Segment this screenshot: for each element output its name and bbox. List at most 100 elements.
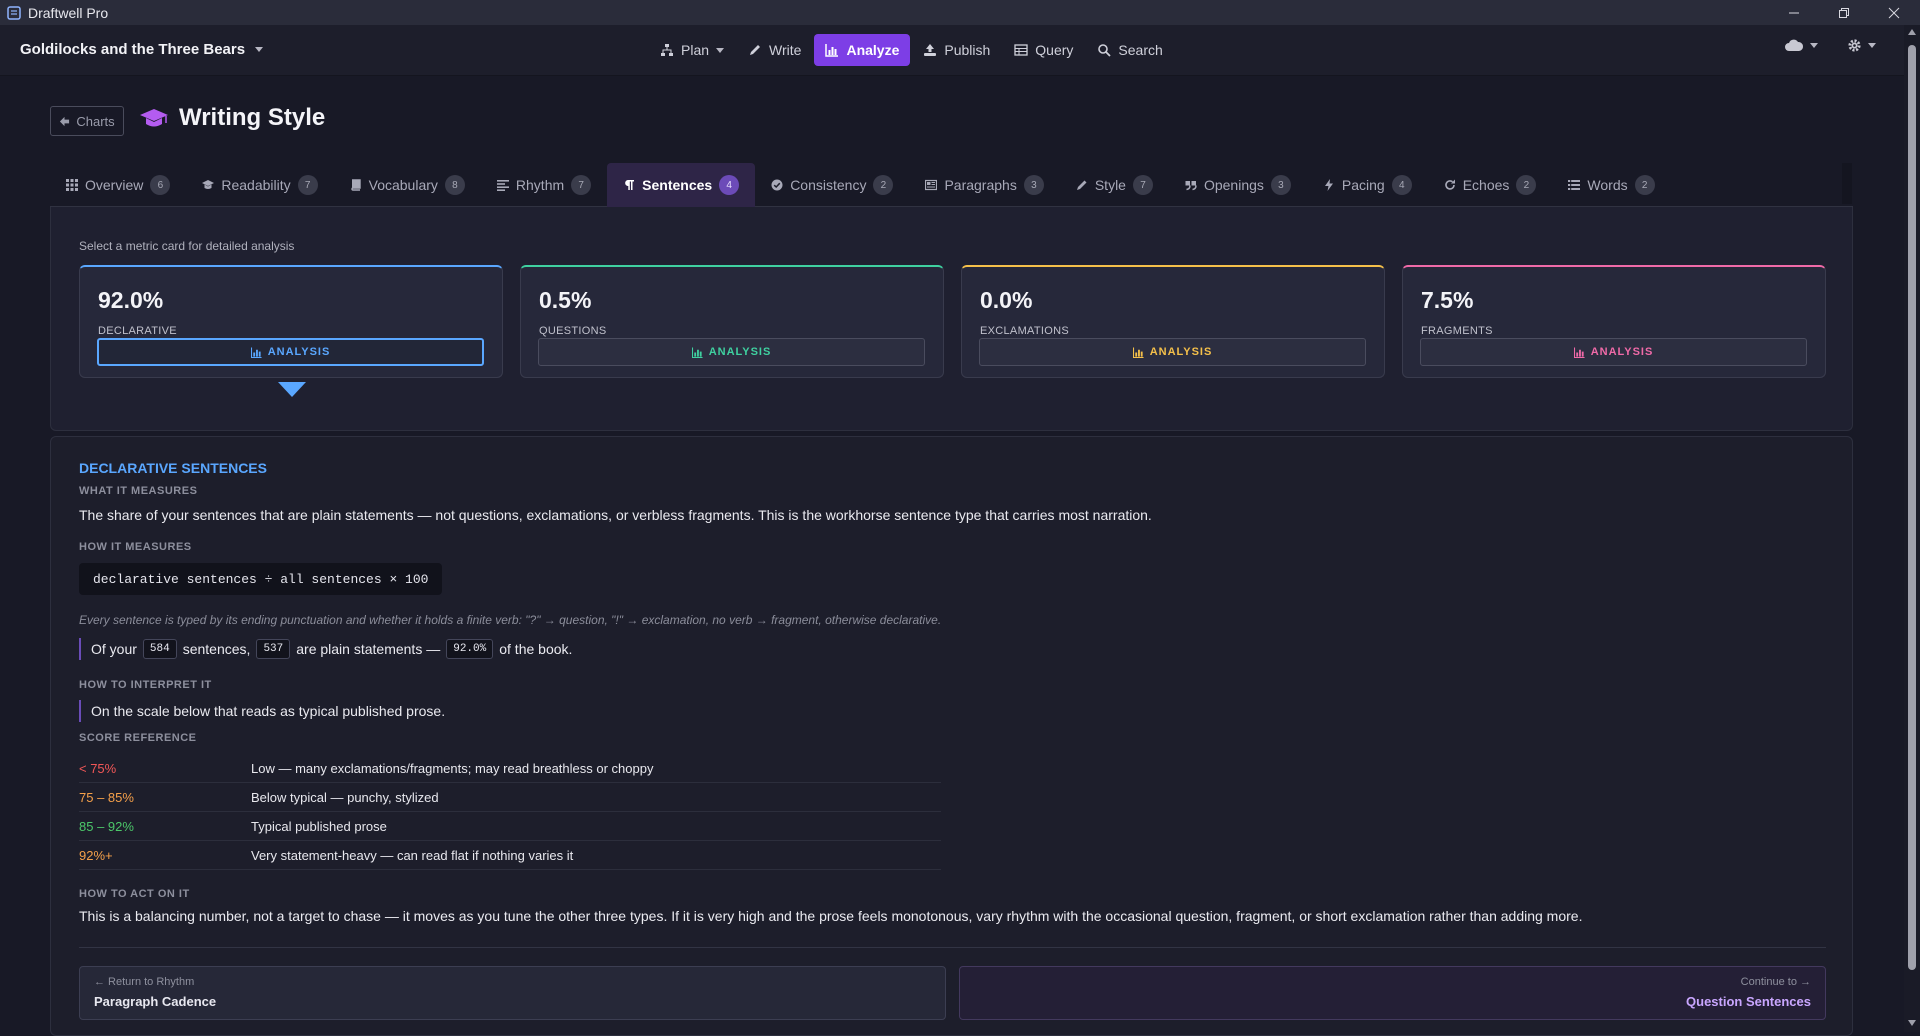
nav-analyze[interactable]: Analyze (814, 34, 911, 66)
newspaper-icon (925, 179, 938, 191)
tab-count-badge: 7 (571, 175, 592, 195)
restore-icon (1839, 7, 1849, 18)
window-titlebar: Draftwell Pro (0, 0, 1920, 25)
analysis-button[interactable]: ANALYSIS (97, 338, 484, 366)
interpret-text: On the scale below that reads as typical… (79, 700, 445, 722)
tab-count-badge: 8 (444, 175, 465, 195)
app-header: Goldilocks and the Three Bears Plan Writ… (0, 25, 1904, 76)
nav-search[interactable]: Search (1086, 34, 1173, 66)
tab-style[interactable]: Style 7 (1060, 163, 1169, 207)
tab-paragraphs[interactable]: Paragraphs 3 (909, 163, 1059, 207)
cards-hint: Select a metric card for detailed analys… (79, 239, 295, 253)
project-title: Goldilocks and the Three Bears (20, 41, 246, 58)
page-heading: Writing Style (179, 104, 326, 131)
tab-label: Consistency (790, 177, 867, 193)
nav-write[interactable]: Write (737, 34, 812, 66)
chevron-down-icon (716, 47, 725, 53)
section-heading-how: HOW IT MEASURES (79, 541, 192, 553)
metric-label: DECLARATIVE (98, 325, 177, 337)
score-row: 75 – 85% Below typical — punchy, stylize… (79, 783, 941, 812)
tab-overview[interactable]: Overview 6 (50, 163, 186, 207)
score-row: 85 – 92% Typical published prose (79, 812, 941, 841)
metric-label: FRAGMENTS (1421, 325, 1493, 337)
app-logo-icon (7, 5, 21, 20)
back-to-charts-button[interactable]: Charts (50, 106, 124, 136)
stat-mid2: are plain statements — (296, 641, 441, 657)
tab-words[interactable]: Words 2 (1552, 163, 1670, 207)
close-button[interactable] (1871, 0, 1917, 25)
tab-readability[interactable]: Readability 7 (186, 163, 333, 207)
scrollbar-thumb[interactable] (1908, 45, 1916, 970)
stat-suffix: of the book. (499, 641, 573, 657)
metric-value: 0.0% (980, 287, 1033, 313)
previous-metric-link[interactable]: ← Return to Rhythm Paragraph Cadence (79, 966, 946, 1020)
bar-chart-icon (1132, 346, 1144, 358)
settings-menu[interactable] (1847, 38, 1876, 53)
analysis-button[interactable]: ANALYSIS (979, 338, 1366, 366)
tab-label: Style (1094, 177, 1126, 193)
tab-label: Paragraphs (944, 177, 1017, 193)
metric-card-declarative[interactable]: 92.0% DECLARATIVE ANALYSIS (79, 265, 503, 378)
chevron-down-icon (255, 47, 264, 52)
metric-card-exclamations[interactable]: 0.0% EXCLAMATIONS ANALYSIS (961, 265, 1385, 378)
metric-card-fragments[interactable]: 7.5% FRAGMENTS ANALYSIS (1402, 265, 1826, 378)
tab-openings[interactable]: Openings 3 (1169, 163, 1307, 207)
tab-echoes[interactable]: Echoes 2 (1428, 163, 1553, 207)
tab-pacing[interactable]: Pacing 4 (1307, 163, 1428, 207)
tab-count-badge: 3 (1023, 175, 1044, 195)
tab-label: Openings (1203, 177, 1264, 193)
graduation-cap-icon (140, 109, 168, 127)
section-heading-what: WHAT IT MEASURES (79, 485, 198, 497)
chevron-down-icon (1810, 42, 1818, 48)
classification-note: Every sentence is typed by its ending pu… (79, 613, 942, 627)
metric-label: EXCLAMATIONS (980, 325, 1069, 337)
grid-icon (66, 179, 78, 191)
metric-label: QUESTIONS (539, 325, 607, 337)
section-heading-act: HOW TO ACT ON IT (79, 888, 190, 900)
gear-icon (1848, 39, 1861, 52)
tab-count-badge: 4 (1391, 175, 1412, 195)
restore-button[interactable] (1821, 0, 1867, 25)
upload-icon (924, 44, 937, 56)
align-left-icon (496, 180, 509, 191)
nav-query[interactable]: Query (1003, 34, 1084, 66)
nav-plan[interactable]: Plan (649, 34, 735, 66)
search-icon (1098, 44, 1112, 57)
project-selector[interactable]: Goldilocks and the Three Bears (20, 41, 264, 58)
quote-icon (1185, 181, 1197, 191)
scroll-down-icon[interactable] (1908, 1020, 1916, 1026)
cloud-sync-menu[interactable] (1784, 38, 1818, 52)
scroll-up-icon[interactable] (1908, 29, 1916, 35)
analysis-button[interactable]: ANALYSIS (1420, 338, 1807, 366)
nav-publish[interactable]: Publish (912, 34, 1001, 66)
analysis-button[interactable]: ANALYSIS (538, 338, 925, 366)
tab-sentences[interactable]: Sentences 4 (607, 163, 756, 207)
bar-chart-icon (691, 346, 703, 358)
tab-consistency[interactable]: Consistency 2 (755, 163, 909, 207)
tab-count-badge: 7 (297, 175, 318, 195)
tab-label: Echoes (1462, 177, 1510, 193)
next-link-title: Question Sentences (1686, 994, 1811, 1009)
score-row: < 75% Low — many exclamations/fragments;… (79, 754, 941, 783)
metric-value: 7.5% (1421, 287, 1474, 313)
section-heading-score: SCORE REFERENCE (79, 732, 197, 744)
page-scrollbar[interactable] (1904, 25, 1920, 1032)
tab-label: Overview (85, 177, 144, 193)
score-row: 92%+ Very statement-heavy — can read fla… (79, 841, 941, 870)
stat-declarative-count: 537 (256, 639, 291, 659)
window-title: Draftwell Pro (28, 4, 109, 21)
next-metric-link[interactable]: Continue to → Question Sentences (959, 966, 1826, 1020)
interpret-text-content: On the scale below that reads as typical… (91, 703, 446, 719)
tab-count-badge: 7 (1132, 175, 1153, 195)
bar-chart-icon (250, 346, 262, 358)
metric-card-questions[interactable]: 0.5% QUESTIONS ANALYSIS (520, 265, 944, 378)
tab-vocabulary[interactable]: Vocabulary 8 (334, 163, 481, 207)
score-description: Typical published prose (251, 818, 387, 834)
stat-total-sentences: 584 (142, 639, 177, 659)
pencil-icon (750, 45, 761, 55)
list-icon (1568, 180, 1581, 190)
nav-plan-label: Plan (681, 42, 710, 58)
minimize-button[interactable] (1771, 0, 1817, 25)
tab-rhythm[interactable]: Rhythm 7 (481, 163, 607, 207)
book-icon (350, 179, 361, 191)
